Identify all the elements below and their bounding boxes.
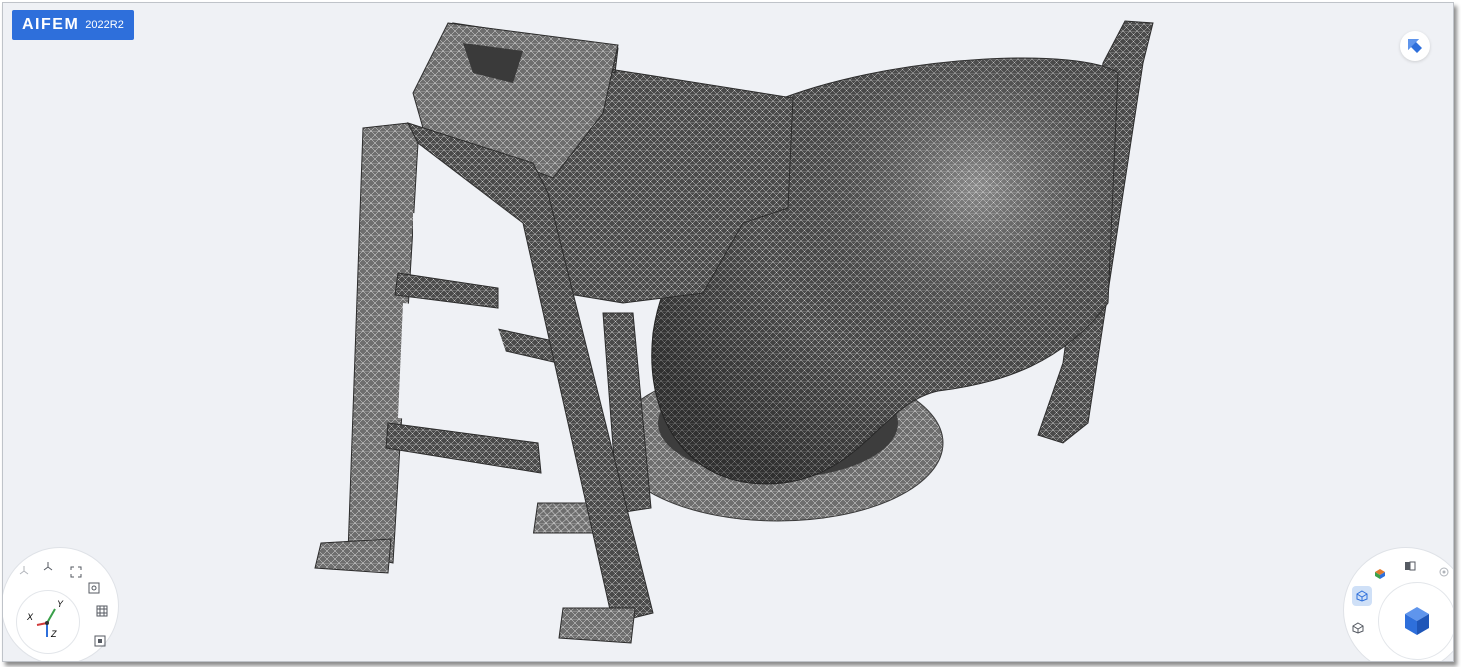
fit-view-icon[interactable] (66, 562, 86, 582)
section-view-icon[interactable] (1400, 556, 1420, 576)
mesh-model[interactable] (3, 3, 1453, 661)
colored-cube-icon[interactable] (1370, 564, 1390, 584)
zoom-selection-icon[interactable] (90, 631, 110, 651)
view-cube-icon[interactable] (1378, 582, 1453, 660)
z-axis-label: Z (51, 629, 57, 639)
mesh-grid-icon[interactable] (92, 601, 112, 621)
mesh-cube-icon[interactable] (1352, 586, 1372, 606)
x-axis-label: X (27, 612, 34, 622)
wireframe-cube-icon[interactable] (1348, 618, 1368, 638)
3d-viewport[interactable]: AIFEM 2022R2 X Y Z (2, 2, 1454, 662)
triad-icon[interactable] (38, 556, 58, 576)
settings-icon[interactable] (1434, 562, 1453, 582)
zoom-box-icon[interactable] (84, 578, 104, 598)
axis-toggle-icon[interactable] (14, 560, 34, 580)
y-axis-label: Y (57, 599, 64, 609)
axis-triad: X Y Z (16, 590, 80, 654)
view-controls-wheel: X Y Z (3, 547, 119, 661)
